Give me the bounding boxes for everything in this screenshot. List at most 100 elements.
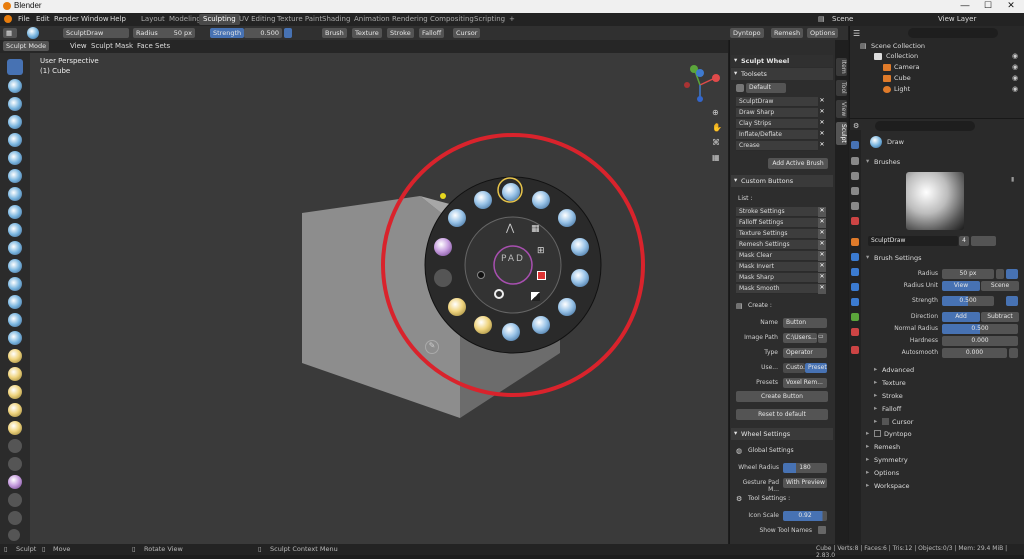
autosmooth-field[interactable]: 0.000 [942, 348, 1007, 358]
wheel-radius-field[interactable]: 180 [783, 463, 827, 473]
toolset-item[interactable]: Inflate/Deflate [736, 130, 818, 140]
remesh-dropdown[interactable]: Remesh [771, 28, 804, 38]
blender-menu-icon[interactable] [4, 15, 12, 23]
tab-sculpting[interactable]: Sculpting [199, 14, 240, 25]
data-tab-icon[interactable] [851, 313, 859, 321]
strength-pressure-icon[interactable] [1006, 296, 1018, 306]
add-workspace-button[interactable]: + [505, 14, 519, 25]
texture-tab-icon[interactable] [851, 346, 859, 354]
brush-name-field[interactable]: SculptDraw [63, 28, 129, 38]
pie-tool-icon[interactable] [532, 316, 550, 334]
custom-button-item[interactable]: Stroke Settings [736, 207, 818, 217]
texture-subsection[interactable]: Texture [872, 377, 1024, 389]
tool-flatten-icon[interactable] [8, 223, 22, 237]
remove-icon[interactable]: ✕ [818, 240, 826, 250]
radius-unit-scene[interactable]: Scene [981, 281, 1019, 291]
toolset-item[interactable]: SculptDraw [736, 97, 818, 107]
camera-label[interactable]: Camera [894, 63, 920, 71]
image-path-field[interactable]: C:\Users... [783, 333, 817, 343]
brush-preview-image[interactable] [906, 172, 964, 230]
constraints-tab-icon[interactable] [851, 298, 859, 306]
radius-field[interactable]: Radius 50 px [133, 28, 195, 38]
ortho-grid-icon[interactable]: ▦ [712, 153, 720, 162]
sculpt-wheel-header[interactable]: Sculpt Wheel [731, 55, 833, 67]
view-layer-name[interactable]: View Layer [938, 15, 976, 23]
pie-tool-icon[interactable] [571, 238, 589, 256]
cursor-subsection[interactable]: Cursor [872, 416, 1024, 428]
tool-fill-icon[interactable] [8, 241, 22, 255]
remesh-section[interactable]: Remesh [864, 441, 1022, 453]
visibility-eye-icon[interactable]: ◉ [1012, 74, 1018, 82]
properties-search-input[interactable] [875, 121, 975, 131]
edit-icon[interactable]: ✎ [425, 340, 439, 354]
custom-button-item[interactable]: Mask Clear [736, 251, 818, 261]
icon-scale-field[interactable]: 0.92 [783, 511, 827, 521]
tool-box-hide-icon[interactable] [8, 511, 22, 525]
radius-field[interactable]: 50 px [942, 269, 994, 279]
add-active-brush-button[interactable]: Add Active Brush [768, 158, 828, 169]
maximize-button[interactable]: ☐ [978, 0, 998, 11]
tab-view[interactable]: View [836, 100, 847, 119]
visibility-eye-icon[interactable]: ◉ [1012, 85, 1018, 93]
remove-icon[interactable]: ✕ [818, 251, 826, 261]
minimize-button[interactable]: — [955, 0, 975, 10]
toolset-selector[interactable]: Default [746, 83, 786, 93]
mask-invert-icon[interactable] [531, 292, 540, 301]
tool-multiplane-icon[interactable] [8, 277, 22, 291]
output-tab-icon[interactable] [851, 172, 859, 180]
workspace-section[interactable]: Workspace [864, 480, 1022, 492]
brush-name-field[interactable]: SculptDraw [868, 236, 958, 246]
options-dropdown[interactable]: Options [807, 28, 839, 38]
strength-field[interactable]: 0.500 [942, 296, 994, 306]
tool-clay-icon[interactable] [8, 97, 22, 111]
strength-field[interactable]: 0.500 [244, 28, 282, 38]
menu-file[interactable]: File [18, 15, 30, 23]
texture-dropdown[interactable]: Texture [352, 28, 382, 38]
remove-icon[interactable]: ✕ [818, 262, 826, 272]
tool-simplify-icon[interactable] [8, 457, 22, 471]
menu-sculpt[interactable]: Sculpt [91, 42, 113, 50]
custom-button-item[interactable]: Mask Smooth [736, 284, 818, 294]
camera-view-icon[interactable]: ⌘ [712, 138, 720, 147]
scroll-handle[interactable]: ▮ [1011, 176, 1014, 183]
direction-add[interactable]: Add [942, 312, 980, 322]
tool-box-mask-icon[interactable] [8, 493, 22, 507]
object-tab-icon[interactable] [851, 238, 859, 246]
remove-icon[interactable]: ✕ [818, 97, 826, 107]
remove-icon[interactable]: ✕ [818, 218, 826, 228]
strength-label-field[interactable]: Strength [210, 28, 244, 38]
radius-pressure-icon[interactable] [996, 269, 1004, 279]
custom-button-item[interactable]: Mask Invert [736, 262, 818, 272]
editor-type-button[interactable]: ▦ [3, 28, 17, 38]
render-tab-icon[interactable] [851, 157, 859, 165]
pie-tool-icon[interactable] [558, 298, 576, 316]
menu-view[interactable]: View [70, 42, 87, 50]
normal-radius-field[interactable]: 0.500 [942, 324, 1018, 334]
tool-inflate-icon[interactable] [8, 151, 22, 165]
pan-hand-icon[interactable]: ✋ [712, 123, 722, 132]
brush-preview-icon[interactable] [27, 27, 39, 39]
autosmooth-pressure-icon[interactable] [1009, 348, 1018, 358]
collection-label[interactable]: Collection [886, 52, 918, 60]
tool-thumb-icon[interactable] [8, 367, 22, 381]
remove-icon[interactable]: ✕ [818, 141, 826, 151]
tool-nudge-icon[interactable] [8, 403, 22, 417]
toolset-item[interactable]: Clay Strips [736, 119, 818, 129]
cursor-checkbox[interactable] [882, 418, 889, 425]
grid-icon[interactable]: ⊞ [537, 246, 545, 256]
toolset-item[interactable]: Crease [736, 141, 818, 151]
brushes-section[interactable]: Brushes [864, 156, 1022, 168]
direction-subtract[interactable]: Subtract [981, 312, 1019, 322]
dyntopo-checkbox[interactable] [874, 430, 881, 437]
toolsets-header[interactable]: Toolsets [731, 68, 833, 80]
pie-tool-icon[interactable] [571, 269, 589, 287]
custom-button-item[interactable]: Falloff Settings [736, 218, 818, 228]
custom-button-item[interactable]: Mask Sharp [736, 273, 818, 283]
visibility-eye-icon[interactable]: ◉ [1012, 63, 1018, 71]
world-tab-icon[interactable] [851, 217, 859, 225]
stroke-dropdown[interactable]: Stroke [387, 28, 414, 38]
view-layer-tab-icon[interactable] [851, 187, 859, 195]
name-field[interactable]: Button [783, 318, 827, 328]
mask-icon[interactable] [537, 271, 546, 280]
reset-to-default-button[interactable]: Reset to default [736, 409, 828, 420]
